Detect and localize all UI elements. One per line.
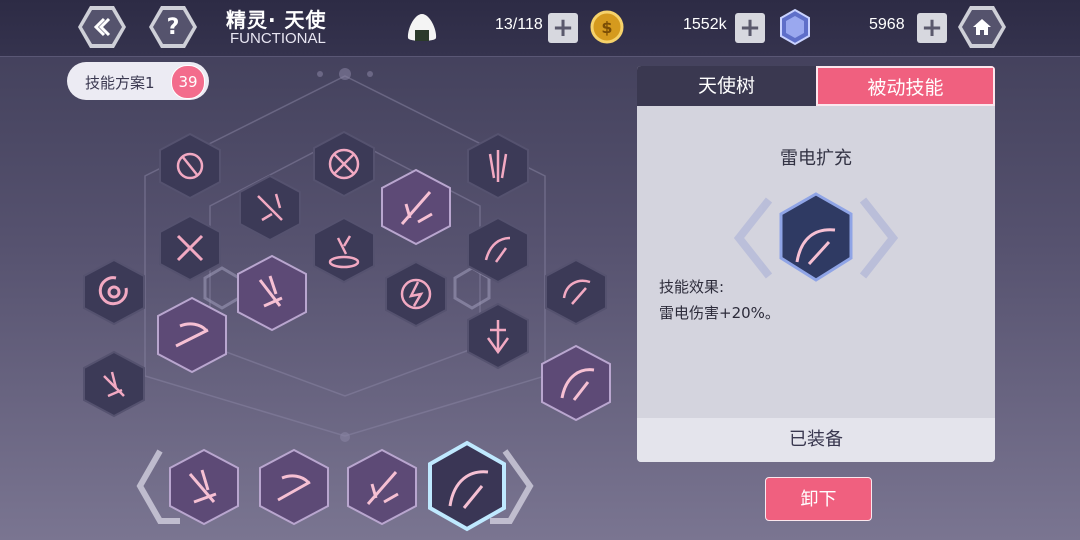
- coin-symbol: $: [601, 18, 612, 37]
- top-bar: ? 精灵· 天使 FUNCTIONAL 13/118 + $ 1552k + 5…: [0, 0, 1080, 57]
- skill-node[interactable]: [466, 132, 530, 200]
- skill-node[interactable]: [158, 214, 222, 282]
- skill-node[interactable]: [384, 260, 448, 328]
- equipped-slot-3[interactable]: [346, 448, 418, 526]
- skill-detail-icon: [733, 192, 899, 282]
- skill-node-unlocked[interactable]: [540, 344, 612, 422]
- equipped-slot-1[interactable]: [168, 448, 240, 526]
- question-icon: ?: [166, 14, 180, 40]
- skill-node[interactable]: [238, 174, 302, 242]
- add-gems-button[interactable]: +: [917, 13, 947, 43]
- effect-title: 技能效果:: [659, 278, 725, 296]
- help-button[interactable]: ?: [149, 6, 197, 48]
- skill-node[interactable]: [82, 350, 146, 418]
- skill-node[interactable]: [466, 302, 530, 370]
- skill-name: 雷电扩充: [780, 148, 852, 169]
- crystal-icon: [780, 8, 810, 46]
- skill-node-unlocked[interactable]: [380, 168, 452, 246]
- equipped-slot-2[interactable]: [258, 448, 330, 526]
- skill-node[interactable]: [466, 216, 530, 284]
- skill-node-unlocked[interactable]: [156, 296, 228, 374]
- tab-angel-tree[interactable]: 天使树: [637, 66, 816, 106]
- add-gold-button[interactable]: +: [735, 13, 765, 43]
- tab-passive-skills[interactable]: 被动技能: [816, 66, 995, 106]
- skill-node[interactable]: [312, 130, 376, 198]
- skill-detail-panel: 天使树 被动技能 雷电扩充 技能效果: 雷电伤害+20%。 已装备: [637, 66, 995, 462]
- chevron-left-icon: [93, 17, 111, 37]
- skill-node[interactable]: [544, 258, 608, 326]
- unequip-button[interactable]: 卸下: [765, 477, 872, 521]
- gold-value: 1552k: [683, 16, 727, 33]
- stamina-value: 13/118: [495, 16, 543, 33]
- page-subtitle: FUNCTIONAL: [230, 30, 326, 47]
- coin-icon: $: [590, 10, 624, 44]
- equipped-status: 已装备: [637, 418, 995, 462]
- page-title: 精灵· 天使: [226, 8, 327, 32]
- skill-node-unlocked[interactable]: [236, 254, 308, 332]
- home-button[interactable]: [958, 6, 1006, 48]
- skill-node[interactable]: [82, 258, 146, 326]
- gems-value: 5968: [869, 16, 905, 33]
- back-button[interactable]: [78, 6, 126, 48]
- add-stamina-button[interactable]: +: [548, 13, 578, 43]
- home-icon: [973, 19, 991, 35]
- skill-node[interactable]: [312, 216, 376, 284]
- skill-node[interactable]: [158, 132, 222, 200]
- effect-description: 雷电伤害+20%。: [659, 304, 780, 322]
- rice-ball-icon: [407, 14, 437, 41]
- equipped-slot-4-selected[interactable]: [426, 440, 508, 532]
